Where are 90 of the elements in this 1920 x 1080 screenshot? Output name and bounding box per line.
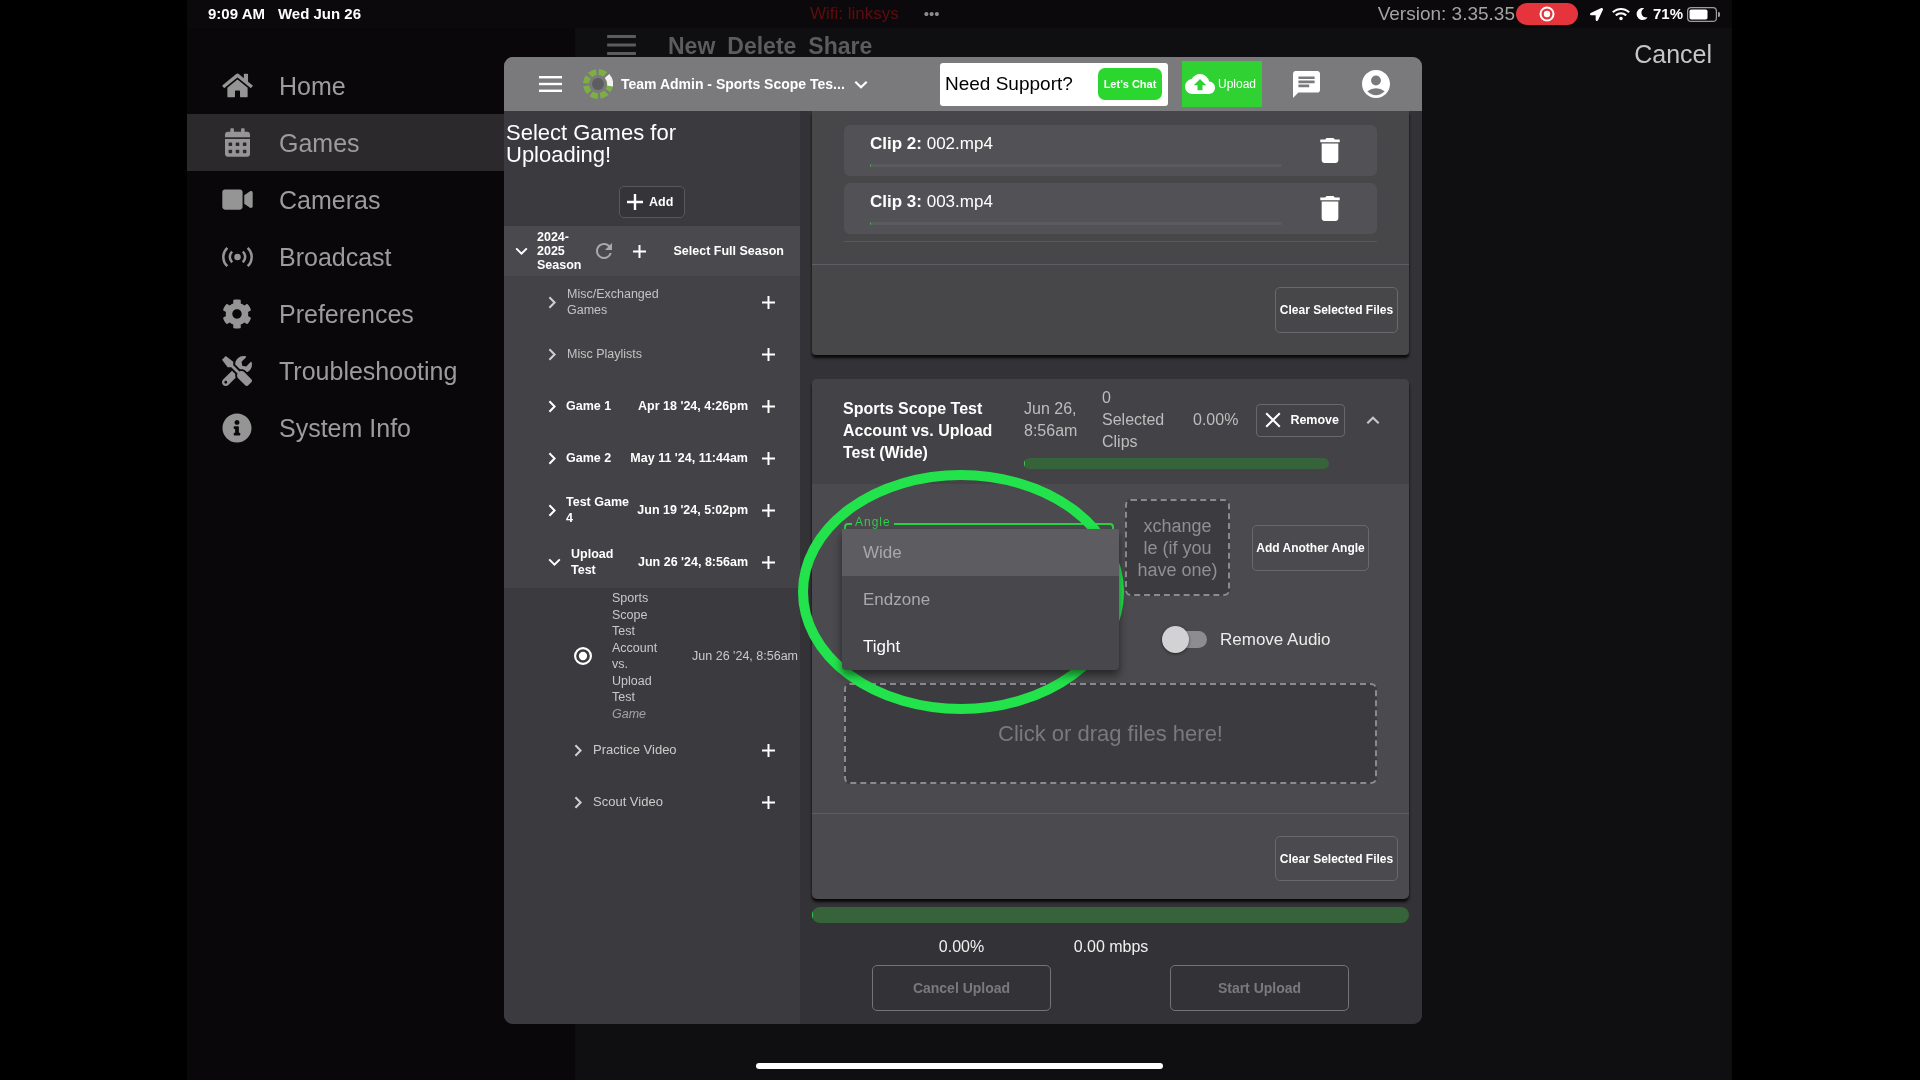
- selected-clips-count: 0 Selected Clips: [1102, 389, 1165, 450]
- plus-icon[interactable]: [762, 451, 775, 465]
- season-label: 2024-2025 Season: [537, 230, 582, 272]
- home-icon: [221, 72, 253, 99]
- folder-label: Misc/Exchanged Games: [567, 286, 660, 318]
- sidebar-item[interactable]: Games: [187, 114, 504, 171]
- clear-files-button[interactable]: Clear Selected Files: [1275, 836, 1398, 881]
- menu-icon[interactable]: [539, 76, 562, 92]
- folder-label: Misc Playlists: [567, 346, 642, 362]
- trash-icon[interactable]: [1320, 196, 1340, 221]
- plus-icon[interactable]: [762, 503, 775, 517]
- angle-percent: 0.00%: [1193, 410, 1239, 430]
- game-label: Upload Test: [571, 547, 614, 577]
- chevron-right-icon[interactable]: [548, 295, 556, 309]
- sidebar-item[interactable]: System Info: [187, 399, 504, 456]
- folder-label: Practice Video: [593, 742, 677, 758]
- upload-speed: 0.00 mbps: [1073, 938, 1149, 955]
- video-date: Jun 26 '24, 8:56am: [692, 647, 798, 665]
- add-angle-button[interactable]: Add Another Angle: [1252, 525, 1369, 571]
- wrench-screwdriver-icon: [222, 355, 252, 386]
- trash-icon[interactable]: [1320, 138, 1340, 163]
- close-icon: [1265, 412, 1282, 428]
- plus-icon: [627, 194, 643, 210]
- clear-files-button[interactable]: Clear Selected Files: [1275, 287, 1398, 333]
- status-date: Wed Jun 26: [277, 5, 362, 23]
- sidebar-item[interactable]: Troubleshooting: [187, 342, 504, 399]
- game-date: Jun 19 '24, 5:02pm: [637, 501, 748, 519]
- video-title: Sports Scope Test Account vs. Upload Test: [612, 590, 659, 706]
- game-date: Jun 26 '24, 8:56am: [638, 553, 748, 571]
- info-icon: [222, 412, 252, 443]
- upload-percent: 0.00%: [938, 938, 985, 955]
- plus-icon[interactable]: [762, 555, 775, 569]
- chevron-down-icon[interactable]: [853, 79, 868, 89]
- multitask-dots[interactable]: •••: [923, 5, 940, 23]
- chevron-down-icon[interactable]: [515, 247, 528, 255]
- battery-percent: 71%: [1652, 5, 1683, 23]
- user-icon[interactable]: [1362, 70, 1390, 98]
- plus-icon[interactable]: [762, 795, 775, 809]
- moon-icon: [1635, 8, 1648, 20]
- battery-icon: [1687, 6, 1720, 22]
- sidebar-item[interactable]: Cameras: [187, 171, 504, 228]
- game-date: May 11 '24, 11:44am: [630, 449, 748, 467]
- angle-date: Jun 26, 8:56am: [1024, 400, 1078, 439]
- picker-title: Select Games for Uploading!: [506, 120, 676, 167]
- plus-icon[interactable]: [762, 295, 775, 309]
- chevron-right-icon[interactable]: [574, 795, 582, 809]
- plus-icon[interactable]: [762, 399, 775, 413]
- plus-icon[interactable]: [633, 244, 646, 258]
- chevron-down-icon[interactable]: [548, 558, 561, 566]
- angle-title: Sports Scope Test Account vs. Upload Test (Wide): [843, 400, 993, 461]
- chevron-right-icon[interactable]: [548, 347, 556, 361]
- remove-button[interactable]: Remove: [1256, 403, 1346, 437]
- chevron-up-icon[interactable]: [1366, 415, 1381, 425]
- video-camera-icon: [221, 186, 253, 213]
- game-label: Game 2: [566, 451, 612, 465]
- chat-icon[interactable]: [1293, 70, 1320, 98]
- cancel-button[interactable]: Cancel: [1634, 41, 1712, 68]
- clip-label: Clip 3: 003.mp4: [870, 192, 993, 212]
- team-title[interactable]: Team Admin - Sports Scope Tes...: [621, 73, 845, 95]
- record-icon: [1515, 3, 1578, 25]
- support-label: Need Support?: [945, 71, 1073, 96]
- status-time: 9:09 AM: [208, 5, 265, 23]
- wifi-network-label: Wifi: linksys: [810, 4, 899, 24]
- location-arrow-icon: [1589, 7, 1603, 21]
- signal-waves-icon: [221, 245, 253, 268]
- version-label: Version: 3.35.35: [1377, 3, 1515, 25]
- cloud-upload-icon: [1185, 74, 1215, 94]
- game-date: Apr 18 '24, 4:26pm: [638, 397, 748, 415]
- add-button[interactable]: Add: [619, 186, 685, 218]
- wifi-icon: [1611, 7, 1630, 21]
- folder-label: Scout Video: [593, 794, 663, 810]
- ring-logo-icon: [583, 69, 613, 99]
- radio-button[interactable]: [574, 647, 592, 665]
- refresh-icon[interactable]: [596, 243, 612, 259]
- game-label: Game 1: [566, 399, 612, 413]
- sidebar-item[interactable]: Home: [187, 57, 504, 114]
- menu-option[interactable]: Tight: [842, 623, 1119, 670]
- gear-icon: [222, 298, 252, 329]
- chevron-right-icon[interactable]: [574, 743, 582, 757]
- video-type: Game: [612, 705, 647, 722]
- calendar-icon: [224, 128, 250, 157]
- plus-icon[interactable]: [762, 347, 775, 361]
- plus-icon[interactable]: [762, 743, 775, 757]
- game-label: Test Game 4: [566, 495, 629, 525]
- angle-label: Angle: [852, 515, 894, 529]
- clip-label: Clip 2: 002.mp4: [870, 134, 993, 154]
- select-season-button[interactable]: Select Full Season: [673, 241, 784, 261]
- toggle-label: Remove Audio: [1220, 628, 1331, 651]
- sidebar-item[interactable]: Preferences: [187, 285, 504, 342]
- sidebar-item[interactable]: Broadcast: [187, 228, 504, 285]
